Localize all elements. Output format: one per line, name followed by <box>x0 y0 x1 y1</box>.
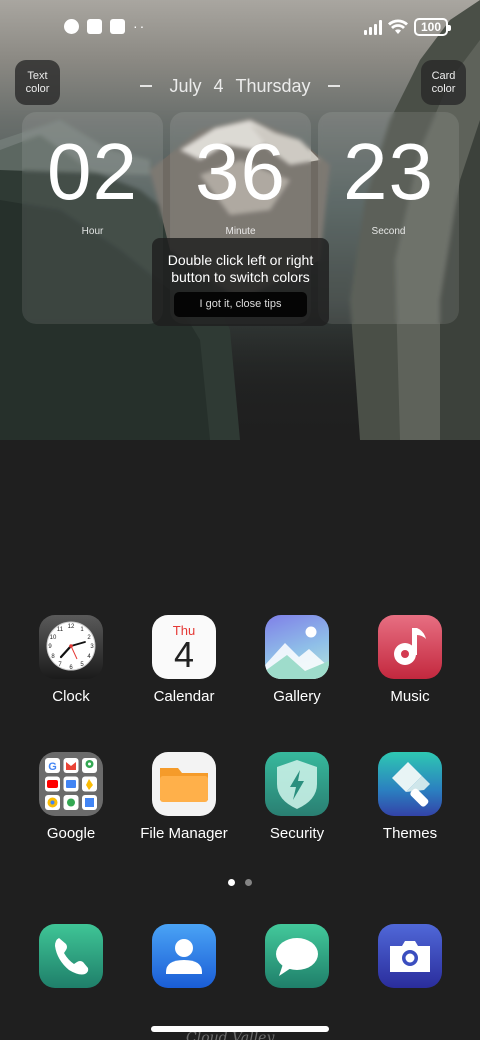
contacts-icon <box>152 924 216 988</box>
app-label: Themes <box>382 825 438 842</box>
app-label: Clock <box>52 688 90 705</box>
hour-label: Hour <box>81 226 104 237</box>
tip-popup: Double click left or right button to swi… <box>152 238 329 326</box>
text-color-button[interactable]: Text color <box>15 60 60 105</box>
svg-text:12: 12 <box>68 624 75 630</box>
google-folder-icon: G <box>39 752 103 816</box>
wifi-icon <box>388 19 408 34</box>
date-text: July 4 Thursday <box>169 76 310 97</box>
signal-icon <box>364 19 382 35</box>
second-card[interactable]: 23 Second <box>318 112 459 324</box>
app-music[interactable]: Music <box>355 615 465 705</box>
card-color-label: Card color <box>431 69 456 95</box>
second-value: 23 <box>343 127 434 216</box>
hour-card[interactable]: 02 Hour <box>22 112 163 324</box>
paintbrush-icon <box>378 752 442 816</box>
app-google-folder[interactable]: G Google <box>16 752 126 842</box>
tip-text: Double click left or right button to swi… <box>167 252 314 285</box>
dock-camera[interactable] <box>355 924 465 988</box>
date-weekday: Thursday <box>235 75 311 96</box>
status-bar: ·· 100 <box>0 14 480 42</box>
status-left: ·· <box>64 19 146 34</box>
dock-messages[interactable] <box>242 924 352 988</box>
minute-label: Minute <box>225 226 256 237</box>
app-themes[interactable]: Themes <box>355 752 465 842</box>
calendar-date: 4 <box>173 634 195 675</box>
svg-text:11: 11 <box>57 627 64 633</box>
close-tips-button[interactable]: I got it, close tips <box>174 292 307 317</box>
battery-indicator: 100 <box>414 18 451 36</box>
notification-icon-2 <box>87 19 102 34</box>
overflow-dots: ·· <box>133 18 147 34</box>
text-color-label: Text color <box>25 69 50 95</box>
page-dot-active[interactable] <box>228 879 235 886</box>
svg-text:10: 10 <box>50 635 57 641</box>
date-month: July <box>169 75 202 96</box>
dock-contacts[interactable] <box>129 924 239 988</box>
music-icon <box>378 615 442 679</box>
notification-icon-1 <box>64 19 79 34</box>
app-label: Calendar <box>153 688 215 705</box>
svg-text:G: G <box>48 761 57 773</box>
status-right: 100 <box>364 18 451 36</box>
folder-icon <box>152 752 216 816</box>
app-label: Google <box>46 825 96 842</box>
camera-icon <box>378 924 442 988</box>
shield-icon <box>265 752 329 816</box>
app-label: Gallery <box>273 688 321 705</box>
dock-phone[interactable] <box>16 924 126 988</box>
date-dash-left <box>140 85 152 87</box>
clock-icon: 12 1 2 345 678 9 10 11 <box>39 615 103 679</box>
widget-date: July 4 Thursday <box>140 74 340 98</box>
second-label: Second <box>371 226 406 237</box>
date-dash-right <box>327 85 340 87</box>
minute-value: 36 <box>195 127 286 216</box>
date-day: 4 <box>213 75 224 96</box>
calendar-icon: Thu 4 <box>152 615 216 679</box>
page-dot[interactable] <box>245 879 252 886</box>
app-calendar[interactable]: Thu 4 Calendar <box>129 615 239 705</box>
app-label: File Manager <box>140 825 228 842</box>
upload-icon <box>110 19 125 34</box>
gallery-icon <box>265 615 329 679</box>
hour-value: 02 <box>47 127 138 216</box>
app-security[interactable]: Security <box>242 752 352 842</box>
wallpaper-signature: Cloud Valley <box>186 1030 275 1040</box>
messages-icon <box>265 924 329 988</box>
app-label: Music <box>390 688 430 705</box>
app-label: Security <box>269 825 325 842</box>
app-gallery[interactable]: Gallery <box>242 615 352 705</box>
card-color-button[interactable]: Card color <box>421 60 466 105</box>
app-file-manager[interactable]: File Manager <box>129 752 239 842</box>
app-clock[interactable]: 12 1 2 345 678 9 10 11 Clock <box>16 615 126 705</box>
phone-icon <box>39 924 103 988</box>
page-indicator <box>228 879 252 886</box>
